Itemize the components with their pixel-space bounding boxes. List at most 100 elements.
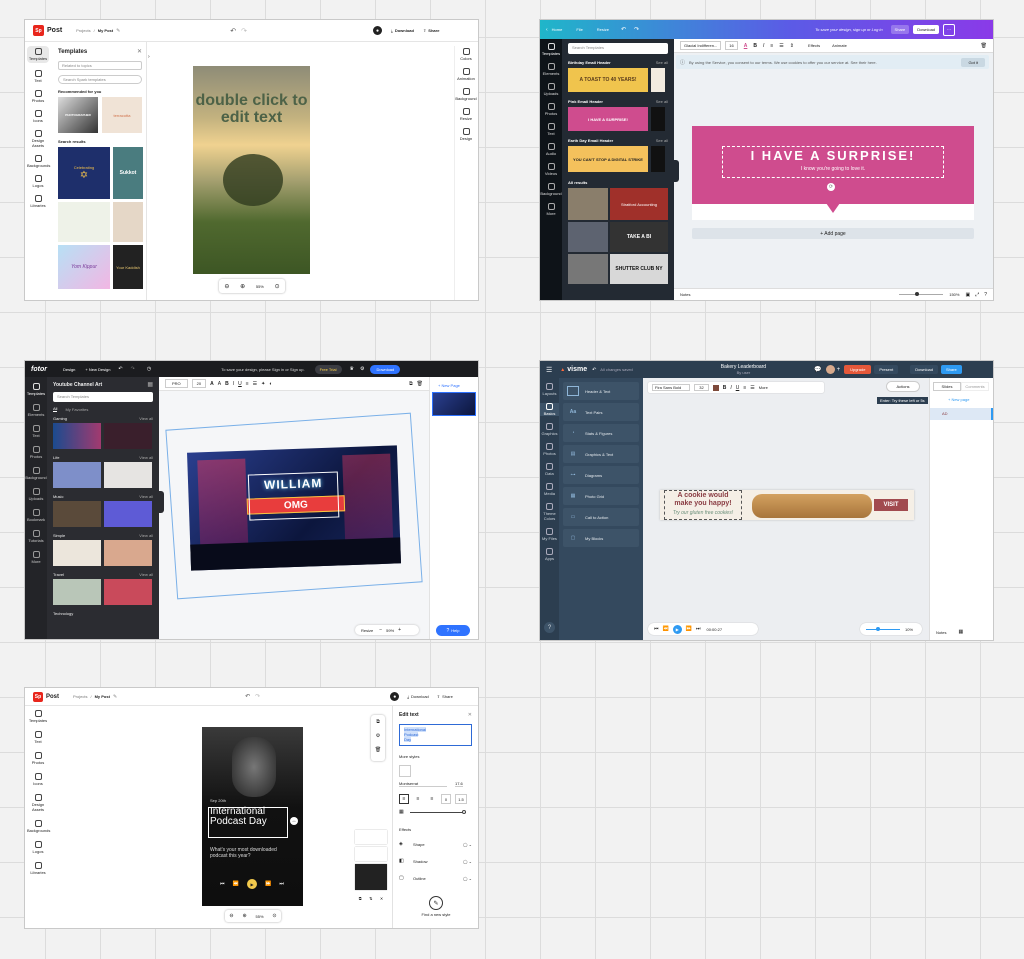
history-icon[interactable]: ◷ (147, 366, 151, 372)
view-all-link[interactable]: View all (139, 455, 153, 460)
signup-banner[interactable]: To save your design, sign up or Log in (815, 27, 882, 32)
tab-all[interactable]: All (53, 406, 58, 412)
block-item[interactable]: ▢ My Blocks (563, 529, 639, 547)
avatar[interactable] (825, 365, 835, 374)
podcast-canvas[interactable]: Sep 20th International Podcast Day ↔ Wha… (202, 727, 303, 906)
view-all-link[interactable]: View all (139, 416, 153, 421)
template-thumb[interactable] (651, 68, 665, 92)
rail-logos[interactable]: Logos (27, 175, 49, 188)
grid-view-icon[interactable]: ▦ (147, 381, 153, 388)
template-thumb[interactable]: PHOTOGRAPHER (58, 97, 98, 133)
font-size-select[interactable]: 32 (694, 384, 709, 391)
pages-icon[interactable]: ▣ (965, 292, 970, 298)
move-icon[interactable]: ⇅ (369, 896, 372, 901)
page-thumb[interactable] (355, 830, 387, 844)
see-all-link[interactable]: See all (656, 99, 668, 104)
rail-background[interactable]: Background (455, 88, 477, 101)
more-icon[interactable]: ⋯ (943, 23, 956, 36)
forward-icon[interactable]: ⏩ (686, 626, 692, 632)
undo-icon[interactable]: ↶ (118, 366, 122, 372)
highlight-icon[interactable]: A (218, 381, 221, 387)
resize-button[interactable]: Resize (361, 628, 373, 633)
template-thumb[interactable] (651, 146, 665, 172)
rail-photos[interactable]: Photos (27, 752, 49, 765)
font-select[interactable]: Fira Sans Bold (652, 384, 691, 391)
fit-icon[interactable]: ⊙ (272, 913, 276, 919)
block-item[interactable]: ⊶ Diagrams (563, 466, 639, 484)
add-page-button[interactable]: + Add page (692, 228, 974, 239)
download-button[interactable]: Download (910, 365, 939, 374)
zoom-slider[interactable] (899, 292, 944, 296)
template-thumb[interactable]: terracotta (102, 97, 142, 133)
redo-icon[interactable]: ↷ (255, 693, 260, 700)
block-item[interactable]: ▤ Graphics & Text (563, 445, 639, 463)
italic-icon[interactable]: I (763, 43, 764, 49)
upgrade-button[interactable]: Upgrade (844, 365, 872, 374)
got-it-button[interactable]: Got it (961, 57, 985, 67)
view-all-link[interactable]: View all (139, 572, 153, 577)
template-thumb[interactable] (568, 222, 608, 252)
help-button[interactable]: ? Help (436, 625, 470, 636)
rail-data[interactable]: Data (540, 463, 559, 476)
rail-graphics[interactable]: Graphics (540, 423, 559, 436)
template-thumb[interactable] (53, 579, 101, 605)
template-thumb[interactable] (53, 501, 101, 527)
template-thumb[interactable] (568, 254, 608, 284)
zoom-out-icon[interactable]: ⊖ (229, 913, 233, 919)
rail-icons[interactable]: Icons (27, 110, 49, 123)
signin-banner[interactable]: To save your design, please Sign in or S… (221, 367, 304, 372)
rail-templates[interactable]: Templates (27, 46, 49, 63)
ad-banner-canvas[interactable]: A cookie would make you happy! Try our gl… (660, 490, 914, 520)
template-thumb[interactable]: YOU CAN'T STOP A DIGITAL STRIKE (568, 146, 648, 172)
underline-icon[interactable]: U (736, 385, 740, 391)
rail-audio[interactable]: Audio (540, 143, 562, 156)
template-thumb[interactable] (104, 423, 152, 449)
add-collaborator-icon[interactable]: + (837, 367, 841, 373)
share-icon[interactable]: ⇪ (437, 694, 440, 699)
search-input[interactable]: Search Spark templates (58, 75, 142, 84)
template-thumb[interactable] (58, 202, 110, 242)
toggle[interactable]: ◯ ⌄ (463, 859, 472, 864)
rail-uploads[interactable]: Uploads (25, 488, 47, 501)
zoom-out-icon[interactable]: ⊖ (224, 283, 229, 290)
find-new-style-button[interactable]: Find a new style (393, 912, 478, 917)
align-icon[interactable]: ≡ (743, 385, 746, 391)
effect-row[interactable]: ◈ Shape ◯ ⌄ (399, 837, 472, 851)
zoom-slider[interactable] (866, 626, 900, 631)
align-center-icon[interactable]: ≡ (413, 794, 423, 804)
zoom-level[interactable]: 150% (949, 292, 959, 297)
rail-photos[interactable]: Photos (540, 443, 559, 456)
text-color-swatch[interactable] (712, 384, 719, 391)
fit-icon[interactable]: ⊙ (275, 283, 280, 290)
line-height-input[interactable]: 1.5 (455, 794, 467, 804)
font-size-select[interactable]: 20 (191, 379, 207, 388)
fullscreen-icon[interactable]: ⤢ (975, 292, 979, 298)
podcast-subtitle[interactable]: What's your most downloaded podcast this… (210, 847, 292, 859)
trash-icon[interactable]: 🗑 (981, 43, 987, 49)
copy-icon[interactable]: ⧉ (359, 896, 362, 901)
post-canvas[interactable]: double click to edit text (193, 66, 310, 274)
podcast-title[interactable]: International Podcast Day (210, 807, 286, 827)
rail-colors[interactable]: Colors (455, 48, 477, 61)
redo-icon[interactable]: ↷ (131, 366, 135, 372)
rail-resize[interactable]: Resize (455, 108, 477, 121)
edit-name-icon[interactable]: ✎ (113, 694, 117, 700)
view-all-link[interactable]: View all (139, 533, 153, 538)
view-all-link[interactable]: View all (139, 494, 153, 499)
design-menu[interactable]: Design (63, 367, 75, 372)
block-item[interactable]: Header & Text (563, 382, 639, 400)
fotor-logo[interactable]: fotor (31, 366, 47, 373)
align-right-icon[interactable]: ≡ (427, 794, 437, 804)
breadcrumb-projects[interactable]: Projects (73, 694, 87, 699)
download-icon[interactable]: ⤓ (407, 694, 409, 699)
toggle[interactable]: ◯ ⌄ (463, 842, 472, 847)
toggle[interactable]: ◯ ⌄ (463, 876, 472, 881)
see-all-link[interactable]: See all (656, 138, 668, 143)
spacing-icon[interactable]: ⇕ (790, 43, 794, 49)
play-icon[interactable]: ▶ (672, 624, 682, 634)
block-item[interactable]: ◔ Stats & Figures (563, 424, 639, 442)
template-thumb[interactable]: TAKE A BI (610, 222, 668, 252)
collapse-handle[interactable] (674, 160, 679, 182)
template-thumb[interactable]: Your Kaddish (113, 245, 143, 289)
canvas-text[interactable]: double click to edit text (193, 92, 310, 126)
